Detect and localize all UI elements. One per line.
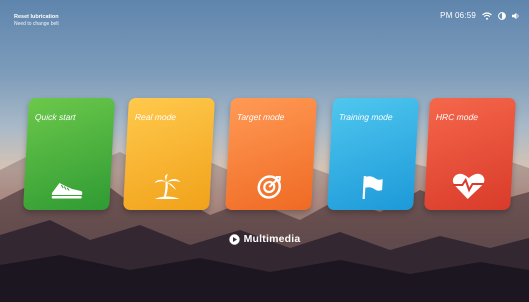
notice-subtitle: Need to change belt bbox=[14, 21, 59, 27]
target-mode-card[interactable]: Target mode bbox=[225, 98, 317, 210]
card-label: Target mode bbox=[236, 112, 285, 122]
target-icon bbox=[226, 174, 313, 200]
quick-start-card[interactable]: Quick start bbox=[23, 98, 115, 210]
notification-area[interactable]: Reset lubrication Need to change belt bbox=[14, 14, 59, 28]
training-mode-card[interactable]: Training mode bbox=[327, 98, 419, 210]
real-mode-card[interactable]: Real mode bbox=[123, 98, 215, 210]
hrc-mode-card[interactable]: HRC mode bbox=[424, 98, 516, 210]
card-label: Real mode bbox=[134, 112, 177, 122]
home-screen: Reset lubrication Need to change belt PM… bbox=[0, 0, 529, 302]
heart-rate-icon bbox=[425, 172, 512, 200]
flag-icon bbox=[328, 174, 415, 200]
card-label: Quick start bbox=[34, 112, 76, 122]
status-bar: PM 06:59 bbox=[440, 11, 519, 20]
card-label: Training mode bbox=[338, 112, 393, 122]
volume-icon[interactable] bbox=[512, 12, 519, 20]
brightness-icon[interactable] bbox=[498, 11, 506, 20]
running-shoe-icon bbox=[24, 178, 111, 200]
wifi-icon[interactable] bbox=[482, 11, 492, 20]
clock: PM 06:59 bbox=[440, 11, 476, 20]
notice-title: Reset lubrication bbox=[14, 14, 59, 20]
multimedia-label: Multimedia bbox=[243, 233, 301, 245]
multimedia-button[interactable]: Multimedia bbox=[0, 233, 529, 245]
card-label: HRC mode bbox=[435, 112, 479, 122]
palm-tree-icon bbox=[124, 174, 211, 200]
play-icon bbox=[228, 233, 240, 245]
